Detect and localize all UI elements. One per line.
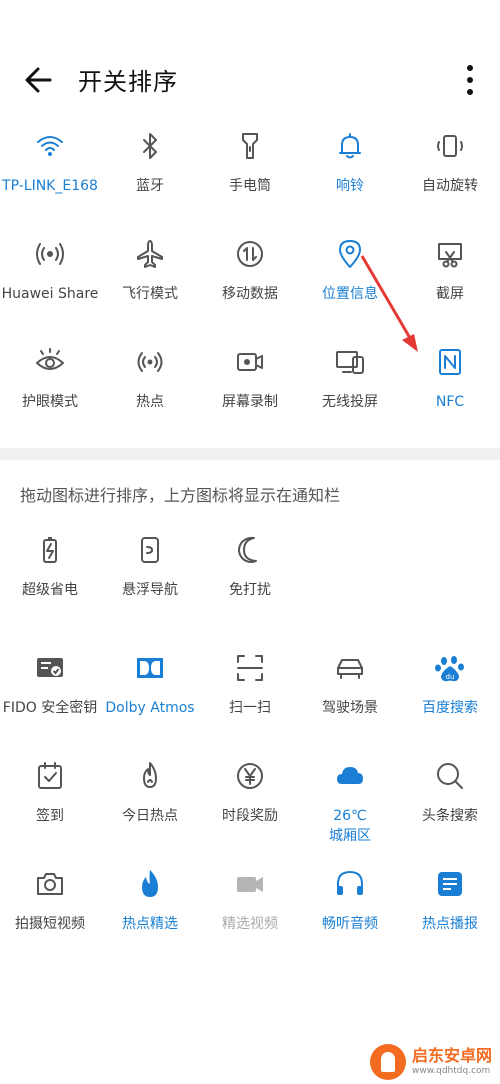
toggle-label: 精选视频 bbox=[222, 916, 278, 932]
toggle-label: 驾驶场景 bbox=[322, 700, 378, 716]
toggle-tile[interactable]: FIDO 安全密钥 bbox=[0, 650, 100, 750]
toggle-label: 免打扰 bbox=[229, 582, 271, 598]
toggle-tile[interactable]: 签到 bbox=[0, 758, 100, 858]
toggle-label: 百度搜索 bbox=[422, 700, 478, 716]
flame-outline-icon bbox=[132, 758, 168, 794]
watermark-name: 启东安卓网 bbox=[412, 1046, 493, 1065]
watermark-logo-icon bbox=[370, 1044, 406, 1080]
toggle-tile[interactable]: 免打扰 bbox=[200, 532, 300, 632]
headphones-icon bbox=[332, 866, 368, 902]
toggle-tile[interactable]: du 百度搜索 bbox=[400, 650, 500, 750]
toggle-tile[interactable]: 驾驶场景 bbox=[300, 650, 400, 750]
toggle-tile[interactable]: 悬浮导航 bbox=[100, 532, 200, 632]
checkin-icon bbox=[32, 758, 68, 794]
svg-text:du: du bbox=[446, 673, 455, 681]
baidu-icon: du bbox=[432, 650, 468, 686]
watermark-url: www.qdhtdq.com bbox=[412, 1066, 491, 1076]
available-toggles-grid: 超级省电 悬浮导航 免打扰 FIDO 安全密钥 Dolby Atmos 扫一扫 驾驶场景 du… bbox=[0, 0, 500, 1084]
toggle-label: 悬浮导航 bbox=[122, 582, 178, 598]
toggle-label: 头条搜索 bbox=[422, 808, 478, 824]
toggle-label: 26℃ 城厢区 bbox=[329, 808, 371, 844]
toggle-tile[interactable]: 畅听音频 bbox=[300, 866, 400, 966]
toggle-label: 扫一扫 bbox=[229, 700, 271, 716]
toggle-tile[interactable]: 精选视频 bbox=[200, 866, 300, 966]
fido-key-icon bbox=[32, 650, 68, 686]
toggle-tile[interactable]: 时段奖励 bbox=[200, 758, 300, 858]
toggle-label: 签到 bbox=[36, 808, 64, 824]
toggle-tile[interactable]: 热点播报 bbox=[400, 866, 500, 966]
toggle-label: FIDO 安全密钥 bbox=[2, 700, 98, 716]
toggle-label: 今日热点 bbox=[122, 808, 178, 824]
flame-icon bbox=[132, 866, 168, 902]
toggle-tile[interactable]: 今日热点 bbox=[100, 758, 200, 858]
toggle-label: Dolby Atmos bbox=[105, 700, 195, 716]
toggle-label: 拍摄短视频 bbox=[15, 916, 85, 932]
car-icon bbox=[332, 650, 368, 686]
search-icon bbox=[432, 758, 468, 794]
dolby-icon bbox=[132, 650, 168, 686]
toggle-label: 畅听音频 bbox=[322, 916, 378, 932]
watermark: 启东安卓网 www.qdhtdq.com bbox=[370, 1040, 500, 1084]
news-icon bbox=[432, 866, 468, 902]
toggle-tile[interactable]: Dolby Atmos bbox=[100, 650, 200, 750]
battery-saver-icon bbox=[32, 532, 68, 568]
toggle-label: 超级省电 bbox=[22, 582, 78, 598]
toggle-tile[interactable]: 扫一扫 bbox=[200, 650, 300, 750]
moon-icon bbox=[232, 532, 268, 568]
toggle-label: 时段奖励 bbox=[222, 808, 278, 824]
cloud-icon bbox=[332, 758, 368, 794]
toggle-tile[interactable]: 26℃ 城厢区 bbox=[300, 758, 400, 858]
toggle-label: 热点播报 bbox=[422, 916, 478, 932]
camera-icon bbox=[32, 866, 68, 902]
floating-nav-icon bbox=[132, 532, 168, 568]
toggle-tile[interactable]: 头条搜索 bbox=[400, 758, 500, 858]
toggle-tile[interactable]: 超级省电 bbox=[0, 532, 100, 632]
yen-icon bbox=[232, 758, 268, 794]
toggle-label: 热点精选 bbox=[122, 916, 178, 932]
video-icon bbox=[232, 866, 268, 902]
toggle-tile[interactable]: 热点精选 bbox=[100, 866, 200, 966]
scan-icon bbox=[232, 650, 268, 686]
toggle-tile[interactable]: 拍摄短视频 bbox=[0, 866, 100, 966]
